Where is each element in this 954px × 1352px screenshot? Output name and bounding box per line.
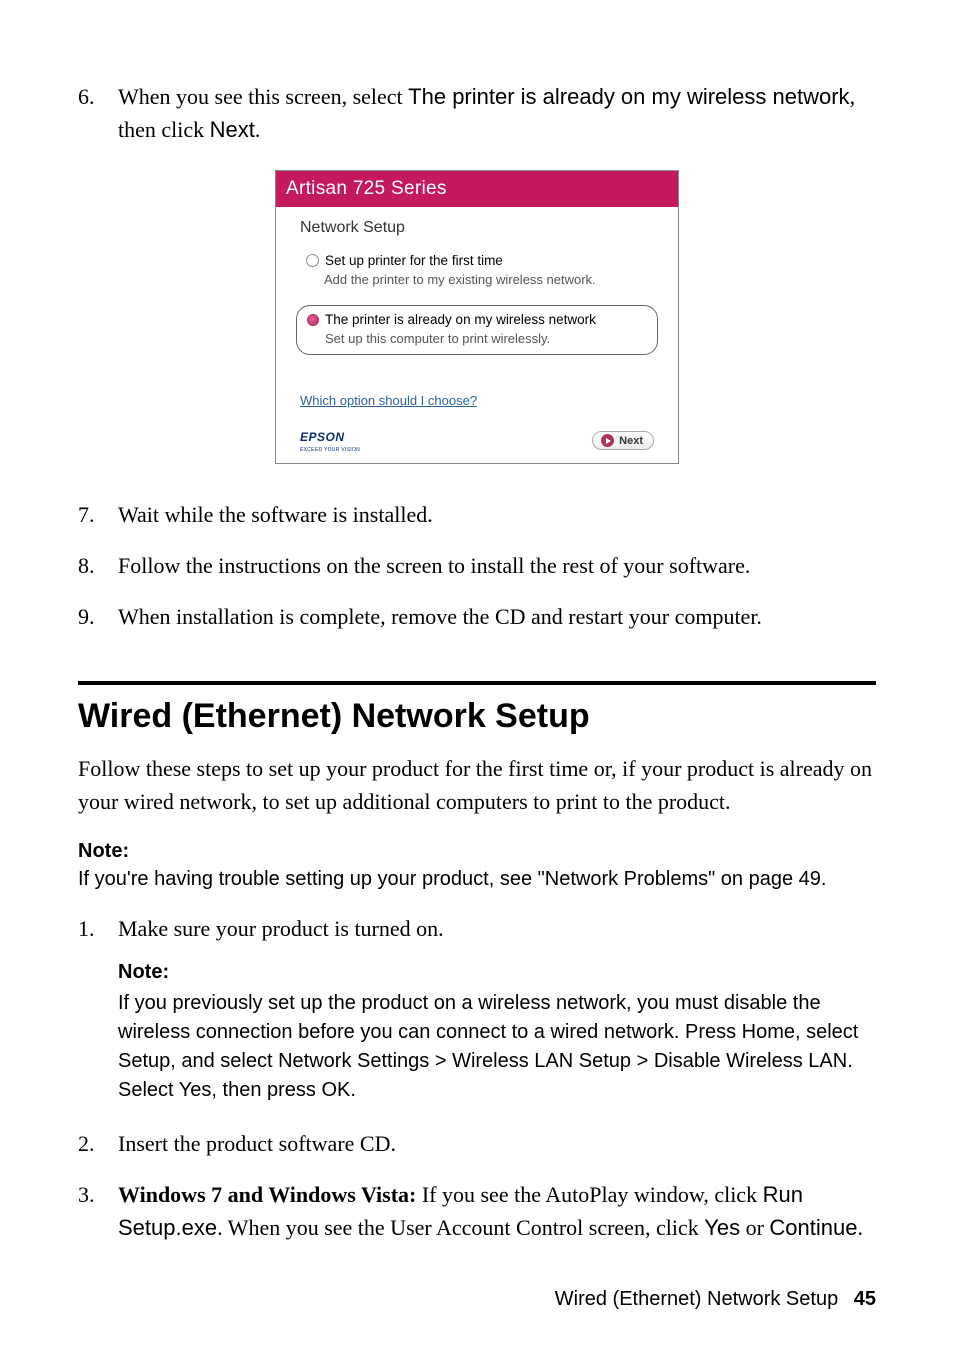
step-number: 7. (78, 498, 118, 531)
note-label: Note: (118, 957, 876, 987)
note-label: Note: (78, 840, 876, 863)
document-page: 6. When you see this screen, select The … (0, 0, 954, 1351)
dialog-window: Artisan 725 Series Network Setup Set up … (275, 170, 679, 464)
play-icon (601, 434, 614, 447)
ui-reference: OK (321, 1079, 350, 1101)
radio-on-icon (307, 314, 319, 326)
step-number: 3. (78, 1178, 118, 1244)
step-1: 1. Make sure your product is turned on. … (78, 912, 876, 1119)
option-description: Set up this computer to print wirelessly… (325, 331, 647, 346)
text: , then press (211, 1079, 321, 1101)
note-text: If you previously set up the product on … (118, 989, 876, 1105)
section-heading: Wired (Ethernet) Network Setup (78, 697, 876, 736)
ui-reference: Yes (704, 1215, 740, 1240)
step-text: Follow the instructions on the screen to… (118, 549, 876, 582)
step-text: Make sure your product is turned on. (118, 912, 876, 945)
step-text: When installation is complete, remove th… (118, 600, 876, 633)
bold-lead: Windows 7 and Windows Vista: (118, 1182, 416, 1207)
step-text: Wait while the software is installed. (118, 498, 876, 531)
help-link[interactable]: Which option should I choose? (300, 393, 477, 408)
step-number: 6. (78, 80, 118, 146)
step-number: 1. (78, 912, 118, 1119)
page-number: 45 (854, 1288, 876, 1310)
note-text: If you're having trouble setting up your… (78, 865, 876, 894)
ui-reference: Next (210, 117, 255, 142)
step-9: 9. When installation is complete, remove… (78, 600, 876, 633)
step-6: 6. When you see this screen, select The … (78, 80, 876, 146)
brand-text: EPSON (300, 430, 345, 444)
radio-off-icon (306, 254, 319, 267)
dialog-heading: Network Setup (300, 219, 658, 237)
step-text: Windows 7 and Windows Vista: If you see … (118, 1178, 876, 1244)
dialog-screenshot: Artisan 725 Series Network Setup Set up … (78, 170, 876, 464)
step-text: Insert the product software CD. (118, 1127, 876, 1160)
step-number: 2. (78, 1127, 118, 1160)
option-label: Set up printer for the first time (325, 253, 503, 268)
step-3: 3. Windows 7 and Windows Vista: If you s… (78, 1178, 876, 1244)
text: . (350, 1079, 356, 1101)
option-description: Add the printer to my existing wireless … (324, 272, 648, 287)
text: . (255, 117, 261, 142)
text: When you see this screen, select (118, 84, 408, 109)
ui-reference: The printer is already on my wireless ne… (408, 84, 849, 109)
brand-logo: EPSON EXCEED YOUR VISION (300, 428, 360, 453)
step-text: When you see this screen, select The pri… (118, 80, 876, 146)
step-8: 8. Follow the instructions on the screen… (78, 549, 876, 582)
page-footer: Wired (Ethernet) Network Setup 45 (78, 1288, 876, 1311)
dialog-titlebar: Artisan 725 Series (276, 171, 678, 207)
next-button[interactable]: Next (592, 431, 654, 450)
step-7: 7. Wait while the software is installed. (78, 498, 876, 531)
text: or (740, 1215, 769, 1240)
step-number: 9. (78, 600, 118, 633)
radio-option-first-time[interactable]: Set up printer for the first time Add th… (296, 247, 658, 295)
section-intro: Follow these steps to set up your produc… (78, 752, 876, 818)
option-label: The printer is already on my wireless ne… (325, 312, 596, 327)
footer-title: Wired (Ethernet) Network Setup (555, 1288, 838, 1310)
step-2: 2. Insert the product software CD. (78, 1127, 876, 1160)
text: . When you see the User Account Control … (217, 1215, 704, 1240)
radio-option-already-on-network[interactable]: The printer is already on my wireless ne… (296, 305, 658, 355)
ui-reference: Yes (179, 1079, 212, 1101)
text: . (858, 1215, 864, 1240)
step-number: 8. (78, 549, 118, 582)
button-label: Next (619, 435, 643, 447)
section-rule (78, 681, 876, 685)
brand-tagline: EXCEED YOUR VISION (300, 447, 360, 453)
menu-path: Network Settings > Wireless LAN Setup > … (278, 1050, 847, 1072)
text: If you see the AutoPlay window, click (416, 1182, 762, 1207)
ui-reference: Continue (769, 1215, 857, 1240)
